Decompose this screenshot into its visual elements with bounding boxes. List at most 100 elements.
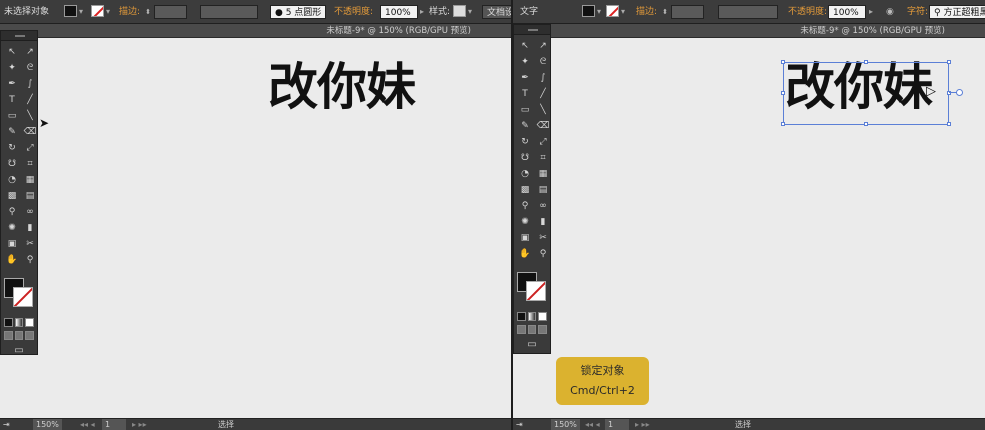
stroke-dropdown-icon[interactable]: ▾	[621, 5, 625, 19]
lasso-tool-icon[interactable]: ᘓ	[22, 60, 38, 76]
perspective-grid-tool-icon[interactable]: ▦	[535, 166, 551, 182]
rotate-tool-icon[interactable]: ↻	[4, 140, 20, 156]
type-tool-icon[interactable]: T	[517, 86, 533, 102]
draw-normal-icon[interactable]	[4, 331, 13, 340]
graphic-style-swatch[interactable]	[453, 5, 466, 17]
selection-bounding-box[interactable]	[783, 62, 949, 125]
selection-tool-icon[interactable]: ↖	[4, 44, 20, 60]
opacity-input[interactable]: 100%	[828, 5, 866, 19]
draw-behind-icon[interactable]	[14, 331, 24, 340]
bbox-handle[interactable]	[781, 122, 785, 126]
artboard-number-field[interactable]: 1	[605, 419, 629, 430]
line-tool-icon[interactable]: ╱	[22, 92, 38, 108]
stroke-swatch[interactable]	[606, 5, 619, 17]
stroke-color-box[interactable]	[526, 281, 546, 301]
bbox-handle[interactable]	[864, 122, 868, 126]
draw-normal-icon[interactable]	[517, 325, 526, 334]
perspective-grid-tool-icon[interactable]: ▦	[22, 172, 38, 188]
line-tool-icon[interactable]: ╱	[535, 86, 551, 102]
curvature-tool-icon[interactable]: ∫	[535, 70, 551, 86]
fill-dropdown-icon[interactable]: ▾	[597, 5, 601, 19]
font-family-select[interactable]: ⚲ 方正超粗黑	[929, 5, 985, 19]
none-mode-icon[interactable]	[538, 312, 548, 321]
column-graph-tool-icon[interactable]: ▮	[535, 214, 551, 230]
artboard-nav-prev-icon[interactable]: ◂◂ ◂	[80, 419, 95, 430]
fill-swatch[interactable]	[582, 5, 595, 17]
screen-mode-icon[interactable]: ▭	[514, 336, 550, 354]
blend-tool-icon[interactable]: ∞	[535, 198, 551, 214]
fill-dropdown-icon[interactable]: ▾	[79, 5, 83, 19]
warp-tool-icon[interactable]: ☋	[4, 156, 20, 172]
opacity-dropdown-icon[interactable]: ▸	[420, 5, 424, 19]
document-tab[interactable]: 未标题-9* @ 150% (RGB/GPU 预览)	[513, 24, 985, 38]
panel-grip[interactable]	[514, 25, 550, 35]
direct-selection-tool-icon[interactable]: ↗	[535, 38, 551, 54]
shape-builder-tool-icon[interactable]: ◔	[4, 172, 20, 188]
scale-tool-icon[interactable]: ⤢	[22, 140, 38, 156]
brush-definition-select[interactable]: ● 5 点圆形	[270, 5, 326, 19]
blend-tool-icon[interactable]: ∞	[22, 204, 38, 220]
direct-selection-tool-icon[interactable]: ↗	[22, 44, 38, 60]
hand-tool-icon[interactable]: ✋	[517, 246, 533, 262]
slice-tool-icon[interactable]: ✂	[22, 236, 38, 252]
type-tool-icon[interactable]: T	[4, 92, 20, 108]
bbox-handle[interactable]	[947, 122, 951, 126]
variable-width-profile[interactable]	[200, 5, 258, 19]
stroke-weight-input[interactable]	[154, 5, 187, 19]
bbox-handle[interactable]	[781, 91, 785, 95]
recolor-icon[interactable]: ◉	[886, 5, 894, 19]
eyedropper-tool-icon[interactable]: ⚲	[517, 198, 533, 214]
stroke-color-box[interactable]	[13, 287, 33, 307]
hand-tool-icon[interactable]: ✋	[4, 252, 20, 268]
stroke-dropdown-icon[interactable]: ▾	[106, 5, 110, 19]
eyedropper-tool-icon[interactable]: ⚲	[4, 204, 20, 220]
eraser-tool-icon[interactable]: ⌫	[22, 124, 38, 140]
lasso-tool-icon[interactable]: ᘓ	[535, 54, 551, 70]
artboard-nav-prev-icon[interactable]: ◂◂ ◂	[585, 419, 600, 430]
paintbrush-tool-icon[interactable]: ╲	[535, 102, 551, 118]
none-mode-icon[interactable]	[25, 318, 35, 327]
pencil-tool-icon[interactable]: ✎	[517, 118, 533, 134]
artboard-nav-next-icon[interactable]: ▸ ▸▸	[132, 419, 147, 430]
warp-tool-icon[interactable]: ☋	[517, 150, 533, 166]
slice-tool-icon[interactable]: ✂	[535, 230, 551, 246]
artboard-number-field[interactable]: 1	[102, 419, 126, 430]
free-transform-tool-icon[interactable]: ⌗	[535, 150, 551, 166]
bbox-handle[interactable]	[781, 60, 785, 64]
zoom-tool-icon[interactable]: ⚲	[22, 252, 38, 268]
pen-tool-icon[interactable]: ✒	[517, 70, 533, 86]
variable-width-profile[interactable]	[718, 5, 778, 19]
text-out-port-icon[interactable]	[956, 89, 963, 96]
artboard-nav-next-icon[interactable]: ▸ ▸▸	[635, 419, 650, 430]
rectangle-tool-icon[interactable]: ▭	[4, 108, 20, 124]
stroke-swatch[interactable]	[91, 5, 104, 17]
zoom-level-field[interactable]: 150%	[33, 419, 62, 430]
stroke-weight-stepper-icon[interactable]: ⬍	[144, 5, 152, 19]
style-dropdown-icon[interactable]: ▾	[468, 5, 472, 19]
gradient-tool-icon[interactable]: ▤	[22, 188, 38, 204]
fill-swatch[interactable]	[64, 5, 77, 17]
pen-tool-icon[interactable]: ✒	[4, 76, 20, 92]
artboard-tool-icon[interactable]: ▣	[517, 230, 533, 246]
canvas-text-object[interactable]: 改你妹	[268, 62, 416, 112]
bbox-handle[interactable]	[947, 60, 951, 64]
draw-inside-icon[interactable]	[25, 331, 35, 340]
draw-inside-icon[interactable]	[538, 325, 548, 334]
bbox-handle[interactable]	[864, 60, 868, 64]
gradient-tool-icon[interactable]: ▤	[535, 182, 551, 198]
document-setup-button[interactable]: 文档设	[482, 5, 511, 19]
color-mode-icon[interactable]	[4, 318, 13, 327]
opacity-input[interactable]: 100%	[380, 5, 418, 19]
rectangle-tool-icon[interactable]: ▭	[517, 102, 533, 118]
mesh-tool-icon[interactable]: ▩	[4, 188, 20, 204]
mesh-tool-icon[interactable]: ▩	[517, 182, 533, 198]
document-tab[interactable]: 未标题-9* @ 150% (RGB/GPU 预览)	[0, 24, 511, 38]
stroke-weight-stepper-icon[interactable]: ⬍	[661, 5, 669, 19]
artboard-tool-icon[interactable]: ▣	[4, 236, 20, 252]
magic-wand-tool-icon[interactable]: ✦	[4, 60, 20, 76]
shape-builder-tool-icon[interactable]: ◔	[517, 166, 533, 182]
magic-wand-tool-icon[interactable]: ✦	[517, 54, 533, 70]
eraser-tool-icon[interactable]: ⌫	[535, 118, 551, 134]
curvature-tool-icon[interactable]: ∫	[22, 76, 38, 92]
panel-grip[interactable]	[1, 31, 37, 41]
